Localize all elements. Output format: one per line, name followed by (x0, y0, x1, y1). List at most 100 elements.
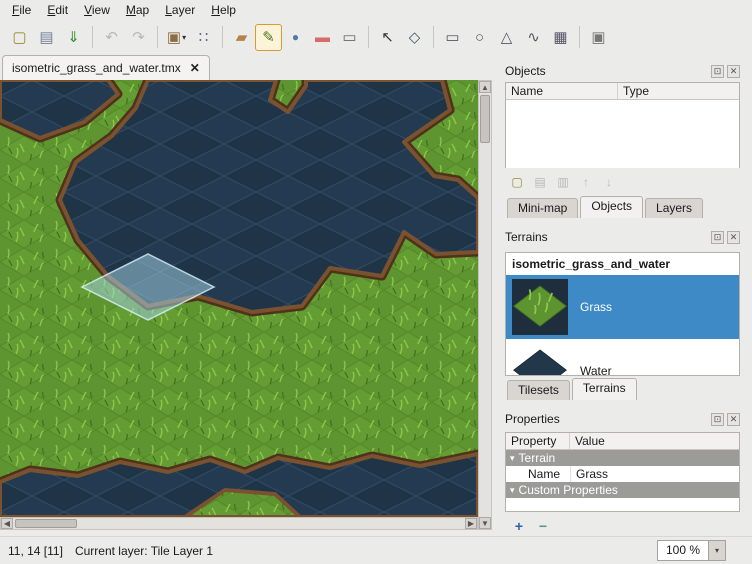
grass-tile-image (512, 279, 568, 335)
menu-edit[interactable]: Edit (39, 1, 76, 19)
current-layer-label: Current layer: Tile Layer 1 (75, 544, 213, 558)
redo-button[interactable]: ↷ (125, 24, 152, 51)
scroll-down-icon[interactable]: ▼ (479, 517, 491, 529)
property-value[interactable]: Grass (570, 466, 739, 482)
dock-tabs-top: Mini-map Objects Layers (505, 196, 740, 218)
property-group-terrain[interactable]: ▾ Terrain (506, 450, 739, 466)
map-canvas[interactable] (0, 80, 478, 517)
insert-ellipse-button[interactable]: ○ (466, 24, 493, 51)
tab-close-icon[interactable]: ✕ (190, 61, 200, 75)
insert-image-icon: ▣ (591, 30, 605, 45)
save-button[interactable]: ⇓ (60, 24, 87, 51)
zoom-value[interactable]: 100 % (657, 540, 709, 561)
tab-objects[interactable]: Objects (580, 196, 643, 218)
bucket-fill-icon: ● (292, 31, 299, 43)
menu-map[interactable]: Map (118, 1, 157, 19)
add-property-button[interactable]: + (511, 518, 527, 534)
property-group-custom[interactable]: ▾ Custom Properties (506, 482, 739, 498)
menu-file[interactable]: File (4, 1, 39, 19)
tab-terrains[interactable]: Terrains (572, 378, 637, 400)
insert-rectangle-button[interactable]: ▭ (439, 24, 466, 51)
document-tabbar: isometric_grass_and_water.tmx ✕ (0, 54, 497, 80)
open-button[interactable]: ▤ (33, 24, 60, 51)
bucket-fill-button[interactable]: ● (282, 24, 309, 51)
terrain-brush-button[interactable]: ✎ (255, 24, 282, 51)
lower-object-icon: ↓ (606, 175, 612, 189)
tab-layers[interactable]: Layers (645, 198, 703, 218)
dock-panel: Objects ⊡ ✕ Name Type ▢ ▤ ▥ ↑ ↓ Mini-map… (497, 56, 746, 536)
close-panel-button[interactable]: ✕ (727, 231, 740, 244)
zoom-combo[interactable]: 100 % ▾ (657, 540, 726, 561)
eraser-button[interactable]: ▬ (309, 24, 336, 51)
objects-column-name[interactable]: Name (506, 83, 618, 99)
terrain-item-grass[interactable]: Grass (506, 275, 739, 339)
close-panel-button[interactable]: ✕ (727, 65, 740, 78)
vertical-scroll-thumb[interactable] (480, 95, 490, 143)
toolbar-separator (222, 26, 223, 48)
insert-ellipse-icon: ○ (475, 30, 484, 45)
stamp-presets-button[interactable]: ▣▾ (163, 24, 190, 51)
insert-polygon-icon: △ (501, 30, 513, 45)
document-tab[interactable]: isometric_grass_and_water.tmx ✕ (2, 55, 210, 80)
tab-mini-map[interactable]: Mini-map (507, 198, 578, 218)
isometric-map (0, 80, 478, 517)
properties-actions: + − (505, 518, 740, 534)
collapse-triangle-icon: ▾ (510, 453, 515, 464)
add-object-icon: ▢ (511, 175, 522, 189)
remove-property-button[interactable]: − (535, 518, 551, 534)
insert-polyline-button[interactable]: ∿ (520, 24, 547, 51)
properties-column-property[interactable]: Property (506, 433, 570, 449)
menu-view[interactable]: View (76, 1, 118, 19)
objects-list-body[interactable] (506, 100, 739, 168)
float-panel-button[interactable]: ⊡ (711, 413, 724, 426)
remove-object-icon: ▥ (557, 175, 568, 189)
redo-icon: ↷ (132, 30, 145, 45)
close-panel-button[interactable]: ✕ (727, 413, 740, 426)
property-row-name[interactable]: Name Grass (506, 466, 739, 482)
select-objects-icon: ↖ (381, 30, 394, 45)
scroll-up-icon[interactable]: ▲ (479, 81, 491, 93)
save-icon: ⇓ (67, 30, 80, 45)
stamp-brush-button[interactable]: ▰ (228, 24, 255, 51)
scroll-left-icon[interactable]: ◀ (1, 518, 13, 529)
insert-polyline-icon: ∿ (527, 30, 540, 45)
remove-object-button[interactable]: ▥ (553, 172, 573, 192)
float-panel-button[interactable]: ⊡ (711, 65, 724, 78)
insert-image-button[interactable]: ▣ (585, 24, 612, 51)
rectangular-select-button[interactable]: ▭ (336, 24, 363, 51)
zoom-dropdown-button[interactable]: ▾ (709, 540, 726, 561)
terrains-title-label: Terrains (505, 230, 708, 244)
random-mode-button[interactable]: ∷ (190, 24, 217, 51)
statusbar: 11, 14 [11] Current layer: Tile Layer 1 … (0, 536, 752, 564)
duplicate-object-button[interactable]: ▤ (530, 172, 550, 192)
terrains-panel-title: Terrains ⊡ ✕ (505, 228, 740, 246)
terrains-list: isometric_grass_and_water Grass Water (505, 252, 740, 376)
new-map-button[interactable]: ▢ (6, 24, 33, 51)
select-objects-button[interactable]: ↖ (374, 24, 401, 51)
objects-title-label: Objects (505, 64, 708, 78)
scroll-right-icon[interactable]: ▶ (465, 518, 477, 529)
tab-tilesets[interactable]: Tilesets (507, 380, 570, 400)
terrain-item-water[interactable]: Water (506, 339, 739, 376)
raise-object-button[interactable]: ↑ (576, 172, 596, 192)
toolbar-separator (579, 26, 580, 48)
chevron-down-icon: ▾ (715, 546, 719, 555)
vertical-scrollbar[interactable]: ▲ ▼ (478, 80, 492, 530)
edit-polygons-button[interactable]: ◇ (401, 24, 428, 51)
properties-column-value[interactable]: Value (570, 433, 739, 449)
menu-layer[interactable]: Layer (157, 1, 203, 19)
insert-tile-button[interactable]: ▦ (547, 24, 574, 51)
eraser-icon: ▬ (315, 30, 330, 45)
horizontal-scrollbar[interactable]: ◀ ▶ (0, 517, 478, 530)
lower-object-button[interactable]: ↓ (599, 172, 619, 192)
undo-button[interactable]: ↶ (98, 24, 125, 51)
add-object-button[interactable]: ▢ (507, 172, 527, 192)
stamp-brush-icon: ▰ (236, 30, 248, 45)
menu-help[interactable]: Help (203, 1, 244, 19)
new-file-icon: ▢ (12, 30, 26, 45)
float-panel-button[interactable]: ⊡ (711, 231, 724, 244)
properties-table: Property Value ▾ Terrain Name Grass ▾ Cu… (505, 432, 740, 512)
objects-column-type[interactable]: Type (618, 83, 739, 99)
insert-polygon-button[interactable]: △ (493, 24, 520, 51)
horizontal-scroll-thumb[interactable] (15, 519, 77, 528)
